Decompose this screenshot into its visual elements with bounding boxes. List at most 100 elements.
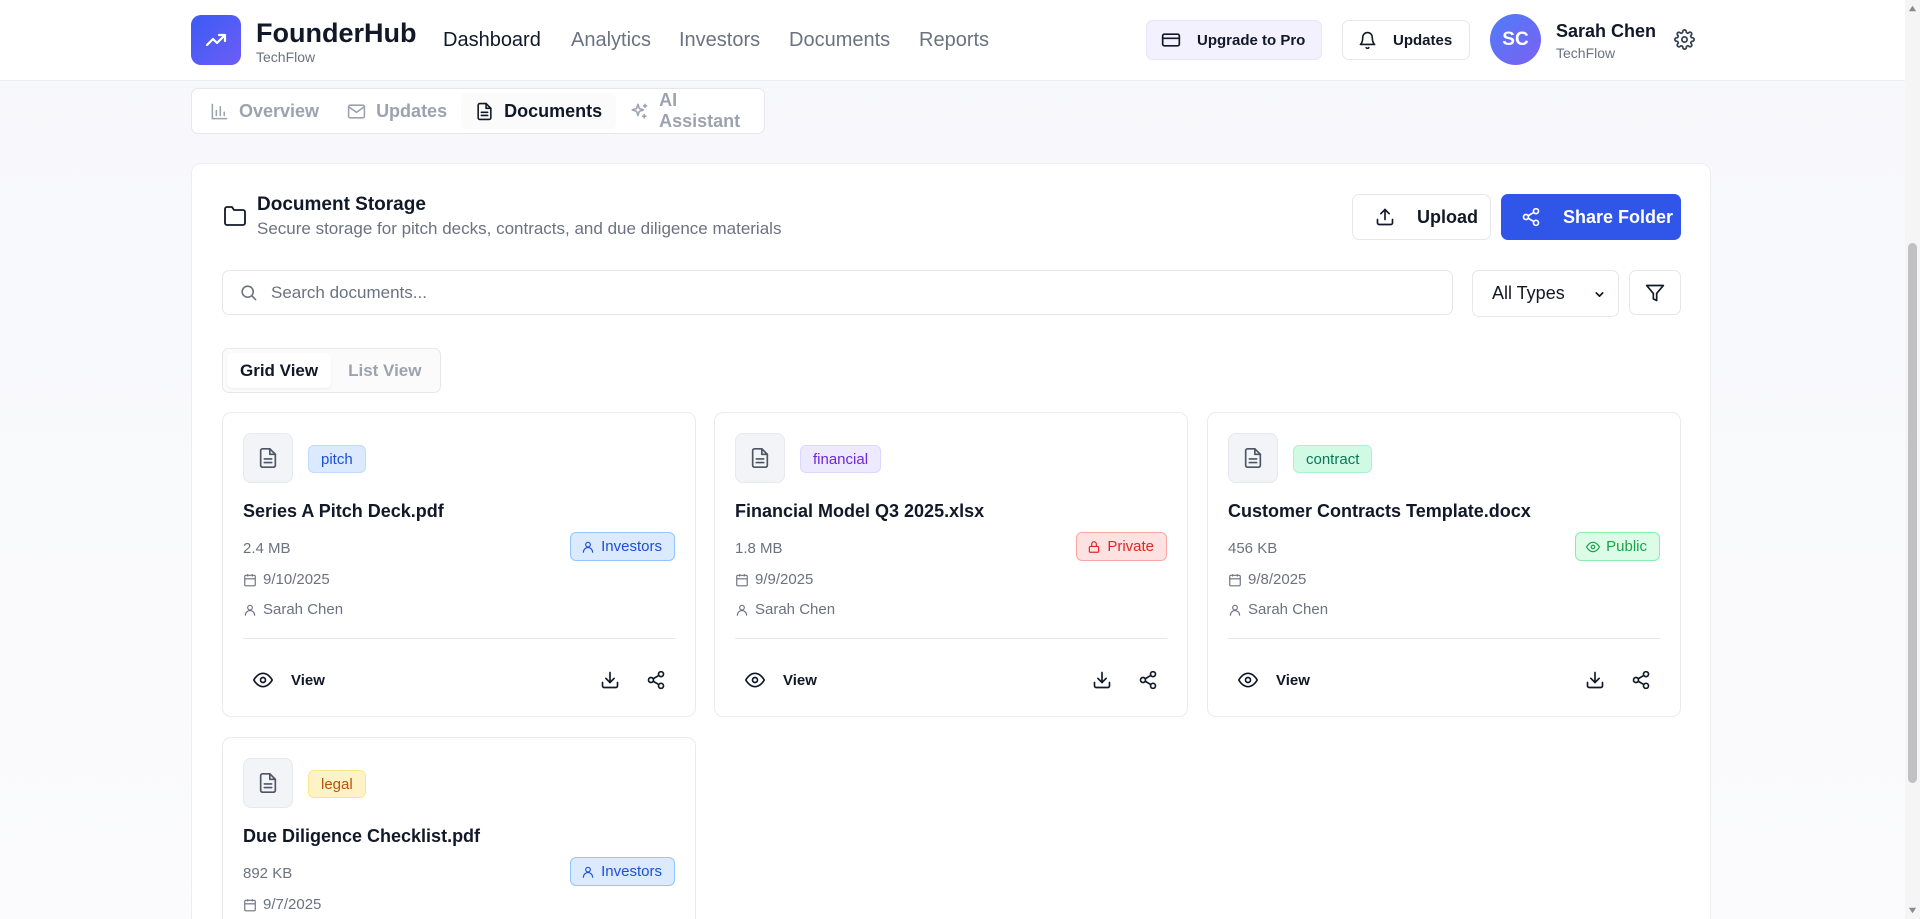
nav-reports[interactable]: Reports [919,29,989,52]
document-card[interactable]: pitch Series A Pitch Deck.pdf 2.4 MB Inv… [222,412,696,717]
storage-subtitle: Secure storage for pitch decks, contract… [257,219,782,238]
scrollbar-thumb[interactable] [1908,243,1917,783]
divider [1228,638,1660,639]
gear-icon[interactable] [1674,29,1695,50]
type-filter-select[interactable]: All Types [1472,270,1619,317]
eye-icon [253,670,273,690]
upgrade-label: Upgrade to Pro [1197,31,1306,49]
document-owner: Sarah Chen [1228,601,1328,618]
updates-button[interactable]: Updates [1342,20,1470,60]
document-card[interactable]: financial Financial Model Q3 2025.xlsx 1… [714,412,1188,717]
owner-label: Sarah Chen [1248,601,1329,618]
access-badge: Public [1575,532,1660,561]
bar-chart-icon [210,102,229,121]
document-owner: Sarah Chen [243,601,343,618]
tab-ai-assistant[interactable]: AI Assistant [616,90,760,131]
tab-updates[interactable]: Updates [333,93,461,129]
file-text-icon [735,433,785,483]
document-card[interactable]: legal Due Diligence Checklist.pdf 892 KB… [222,737,696,919]
document-name[interactable]: Series A Pitch Deck.pdf [243,501,444,522]
nav-analytics[interactable]: Analytics [571,29,651,52]
access-badge: Investors [570,857,675,886]
view-button[interactable]: View [243,662,335,698]
eye-icon [745,670,765,690]
app-org: TechFlow [256,49,316,65]
calendar-icon [735,573,749,587]
date-label: 9/9/2025 [755,571,814,588]
user-org: TechFlow [1556,45,1616,61]
document-size: 892 KB [243,865,293,882]
view-button[interactable]: View [1228,662,1320,698]
category-tag: contract [1293,445,1373,473]
nav-documents[interactable]: Documents [789,29,890,52]
document-size: 2.4 MB [243,540,291,557]
avatar[interactable]: SC [1490,14,1541,65]
upgrade-to-pro-button[interactable]: Upgrade to Pro [1146,20,1322,60]
share-icon[interactable] [641,665,671,695]
document-name[interactable]: Due Diligence Checklist.pdf [243,826,480,847]
tab-overview[interactable]: Overview [196,93,333,129]
date-label: 9/10/2025 [263,571,330,588]
upload-button[interactable]: Upload [1352,194,1491,240]
logo[interactable] [191,15,241,65]
download-icon[interactable] [1580,665,1610,695]
credit-card-icon [1161,30,1181,50]
document-name[interactable]: Financial Model Q3 2025.xlsx [735,501,984,522]
date-label: 9/8/2025 [1248,571,1307,588]
file-text-icon [1228,433,1278,483]
calendar-icon [243,898,257,912]
filter-icon [1645,283,1665,303]
share-icon[interactable] [1626,665,1656,695]
file-text-icon [243,758,293,808]
share-folder-label: Share Folder [1563,206,1674,227]
share-icon[interactable] [1133,665,1163,695]
folder-icon [223,205,247,227]
view-button[interactable]: View [735,662,827,698]
document-owner: Sarah Chen [735,601,835,618]
document-date: 9/8/2025 [1228,571,1306,588]
share-folder-button[interactable]: Share Folder [1501,194,1681,240]
tab-documents-label: Documents [504,100,603,121]
vertical-scrollbar[interactable] [1905,0,1920,919]
user-icon [735,603,749,617]
calendar-icon [243,573,257,587]
search-box [222,270,1453,315]
view-label: View [291,671,325,689]
document-card[interactable]: contract Customer Contracts Template.doc… [1207,412,1681,717]
file-text-icon [475,102,494,121]
bell-icon [1358,31,1377,50]
category-tag: legal [308,770,366,798]
grid-view-tab[interactable]: Grid View [227,353,332,388]
download-icon[interactable] [1087,665,1117,695]
search-icon [239,283,258,302]
user-name: Sarah Chen [1556,21,1657,41]
nav-dashboard[interactable]: Dashboard [443,29,541,52]
document-date: 9/9/2025 [735,571,813,588]
access-badge: Private [1076,532,1167,561]
view-toggle: Grid View List View [222,348,441,393]
updates-label: Updates [1393,31,1453,49]
section-tabs: Overview Updates Documents AI Assistant [191,88,765,134]
list-view-tab[interactable]: List View [335,353,434,388]
trending-up-icon [204,28,228,52]
search-input[interactable] [271,271,1441,314]
document-name[interactable]: Customer Contracts Template.docx [1228,501,1531,522]
mail-icon [347,102,366,121]
access-badge: Investors [570,532,675,561]
type-filter-value: All Types [1492,283,1565,303]
tab-ai-assistant-label: AI Assistant [659,90,741,131]
user-icon [1228,603,1242,617]
share-icon [1521,207,1541,227]
sparkles-icon [630,102,649,121]
filter-button[interactable] [1629,270,1681,315]
owner-label: Sarah Chen [263,601,344,618]
download-icon[interactable] [595,665,625,695]
tab-documents[interactable]: Documents [461,93,617,129]
top-navigation-bar: FounderHub TechFlow Dashboard Analytics … [0,0,1905,81]
scroll-up-arrow-icon[interactable] [1908,4,1917,13]
app-name: FounderHub [256,18,417,48]
nav-investors[interactable]: Investors [679,29,760,52]
view-label: View [1276,671,1310,689]
upload-label: Upload [1417,206,1478,227]
scroll-down-arrow-icon[interactable] [1908,906,1917,915]
